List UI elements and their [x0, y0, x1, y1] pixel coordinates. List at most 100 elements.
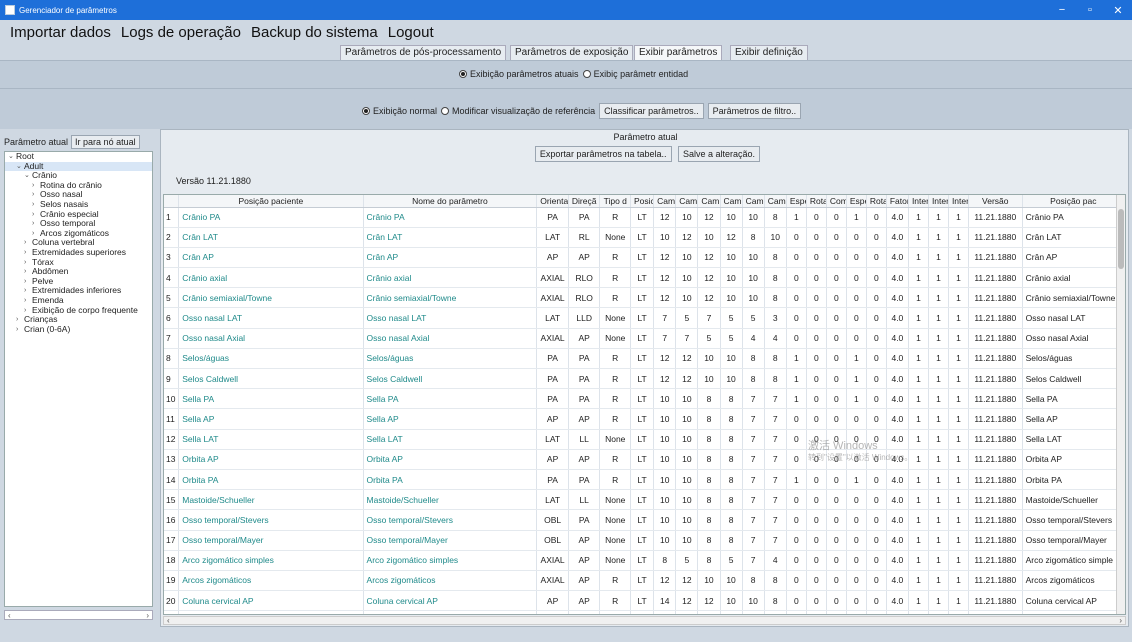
table-cell[interactable]: LAT — [536, 307, 569, 329]
table-cell[interactable]: 8 — [697, 429, 721, 450]
table-cell[interactable]: 7 — [742, 509, 765, 531]
table-cell[interactable]: 14 — [164, 469, 180, 491]
table-cell[interactable]: R — [599, 590, 632, 612]
table-cell[interactable]: 1 — [908, 287, 929, 309]
table-cell[interactable]: None — [599, 307, 632, 329]
column-header[interactable]: Orienta — [536, 195, 569, 208]
table-cell[interactable]: 0 — [866, 227, 887, 248]
table-cell[interactable]: 0 — [826, 469, 847, 491]
table-cell[interactable]: Osso temporal/Mayer — [1022, 530, 1125, 551]
column-header[interactable]: Inter — [908, 195, 929, 208]
table-cell[interactable]: 4.0 — [886, 267, 909, 289]
table-cell[interactable]: 16 — [164, 509, 180, 531]
table-cell[interactable]: 8 — [764, 368, 787, 390]
table-cell[interactable]: PA — [536, 388, 569, 410]
table-cell[interactable]: 7 — [164, 328, 180, 349]
column-header[interactable]: Com — [826, 195, 847, 208]
parameter-table[interactable]: Posição paciente Nome do parâmetro Orienta… — [163, 194, 1126, 615]
table-cell[interactable]: 7 — [764, 530, 787, 551]
table-cell[interactable]: 10 — [653, 227, 677, 248]
table-cell[interactable]: Orbita PA — [178, 469, 364, 491]
table-cell[interactable]: 1 — [908, 509, 929, 531]
table-cell[interactable]: 11.21.1880 — [968, 207, 1023, 228]
table-cell[interactable]: Selos Caldwell — [178, 368, 364, 390]
table-cell[interactable]: Orbita PA — [1022, 469, 1125, 491]
table-cell[interactable]: 8 — [764, 570, 787, 592]
table-cell[interactable]: 1 — [928, 590, 949, 612]
table-cell[interactable]: LT — [630, 469, 655, 491]
table-cell[interactable]: 1 — [908, 570, 929, 592]
table-cell[interactable]: 1 — [928, 247, 949, 269]
table-row[interactable]: 13 Orbita AP Orbita AP AP AP R LT 10 10 8 8 7 7 0 0 0 0 0… — [164, 449, 1125, 470]
table-cell[interactable]: AXIAL — [536, 550, 569, 571]
chevron-right-icon[interactable]: › — [24, 296, 32, 306]
table-cell[interactable]: R — [599, 267, 632, 289]
table-cell[interactable]: 0 — [806, 550, 827, 571]
table-cell[interactable]: 10 — [720, 207, 743, 228]
table-row[interactable]: 19 Arcos zigomáticos Arcos zigomáticos AXIA… — [164, 570, 1125, 592]
table-cell[interactable]: 1 — [786, 368, 807, 390]
chevron-right-icon[interactable]: › — [32, 181, 40, 191]
table-cell[interactable]: 7 — [764, 388, 787, 410]
table-cell[interactable]: 10 — [720, 590, 743, 612]
table-cell[interactable]: 12 — [653, 348, 677, 370]
table-cell[interactable]: 0 — [786, 267, 807, 289]
table-cell[interactable]: 7 — [764, 469, 787, 491]
table-cell[interactable]: 10 — [764, 227, 787, 248]
menu-import-data[interactable]: Importar dados — [10, 24, 111, 41]
table-cell[interactable]: 0 — [846, 530, 867, 551]
table-cell[interactable]: 0 — [806, 368, 827, 390]
table-cell[interactable]: 1 — [948, 287, 969, 309]
chevron-right-icon[interactable]: › — [24, 258, 32, 268]
table-cell[interactable]: 7 — [764, 489, 787, 511]
table-cell[interactable]: 21 — [164, 610, 180, 614]
table-cell[interactable]: Sella AP — [1022, 408, 1125, 430]
table-cell[interactable]: 12 — [697, 590, 721, 612]
table-cell[interactable]: 0 — [826, 550, 847, 571]
table-cell[interactable]: 4.0 — [886, 227, 909, 248]
table-cell[interactable]: 0 — [846, 408, 867, 430]
table-cell[interactable]: 1 — [948, 348, 969, 370]
current-params-radio[interactable] — [459, 70, 467, 78]
table-cell[interactable]: Osso nasal LAT — [363, 307, 538, 329]
table-cell[interactable]: 10 — [742, 267, 765, 289]
table-cell[interactable]: 1 — [908, 408, 929, 430]
table-cell[interactable]: 12 — [653, 267, 677, 289]
table-cell[interactable]: Osso temporal/Mayer — [363, 530, 538, 551]
table-cell[interactable]: Crânio PA — [1022, 207, 1125, 228]
table-cell[interactable]: 0 — [846, 287, 867, 309]
table-cell[interactable]: 8 — [720, 509, 743, 531]
table-row[interactable]: 3 Crân AP Crân AP AP AP R LT 12 10 12 10 10 8 0 0 0 0 0 4.… — [164, 247, 1125, 269]
table-cell[interactable]: 10 — [697, 348, 721, 370]
table-cell[interactable]: 0 — [846, 227, 867, 248]
table-cell[interactable]: 8 — [164, 348, 180, 370]
table-row[interactable]: 16 Osso temporal/Stevers Osso temporal/Ste… — [164, 509, 1125, 531]
table-cell[interactable]: 8 — [697, 530, 721, 551]
menu-logout[interactable]: Logout — [388, 24, 434, 41]
table-cell[interactable]: 4.0 — [886, 590, 909, 612]
table-cell[interactable]: 8 — [697, 469, 721, 491]
table-cell[interactable]: 10 — [675, 408, 699, 430]
table-cell[interactable]: LT — [630, 429, 655, 450]
table-cell[interactable]: 1 — [928, 530, 949, 551]
table-cell[interactable]: Crân AP — [363, 247, 538, 269]
table-cell[interactable]: 0 — [826, 267, 847, 289]
table-cell[interactable]: 1 — [948, 388, 969, 410]
table-cell[interactable]: 10 — [653, 509, 677, 531]
table-cell[interactable]: 1 — [948, 328, 969, 349]
table-row[interactable]: 20 Coluna cervical AP Coluna cervical AP AP… — [164, 590, 1125, 612]
table-cell[interactable]: None — [599, 550, 632, 571]
table-cell[interactable]: 12 — [697, 287, 721, 309]
column-header[interactable]: Cam — [764, 195, 787, 208]
table-cell[interactable]: Orbita PA — [363, 469, 538, 491]
table-cell[interactable]: 7 — [764, 429, 787, 450]
table-cell[interactable]: PA — [568, 388, 601, 410]
table-cell[interactable]: 0 — [786, 610, 807, 614]
table-cell[interactable]: PA — [536, 469, 569, 491]
table-cell[interactable]: 0 — [846, 550, 867, 571]
table-cell[interactable]: 0 — [866, 610, 887, 614]
tab-view-parameters[interactable]: Exibir parâmetros — [634, 45, 723, 60]
table-cell[interactable]: LAT — [536, 227, 569, 248]
table-cell[interactable]: R — [599, 469, 632, 491]
table-row[interactable]: 18 Arco zigomático simples Arco zigomático… — [164, 550, 1125, 571]
